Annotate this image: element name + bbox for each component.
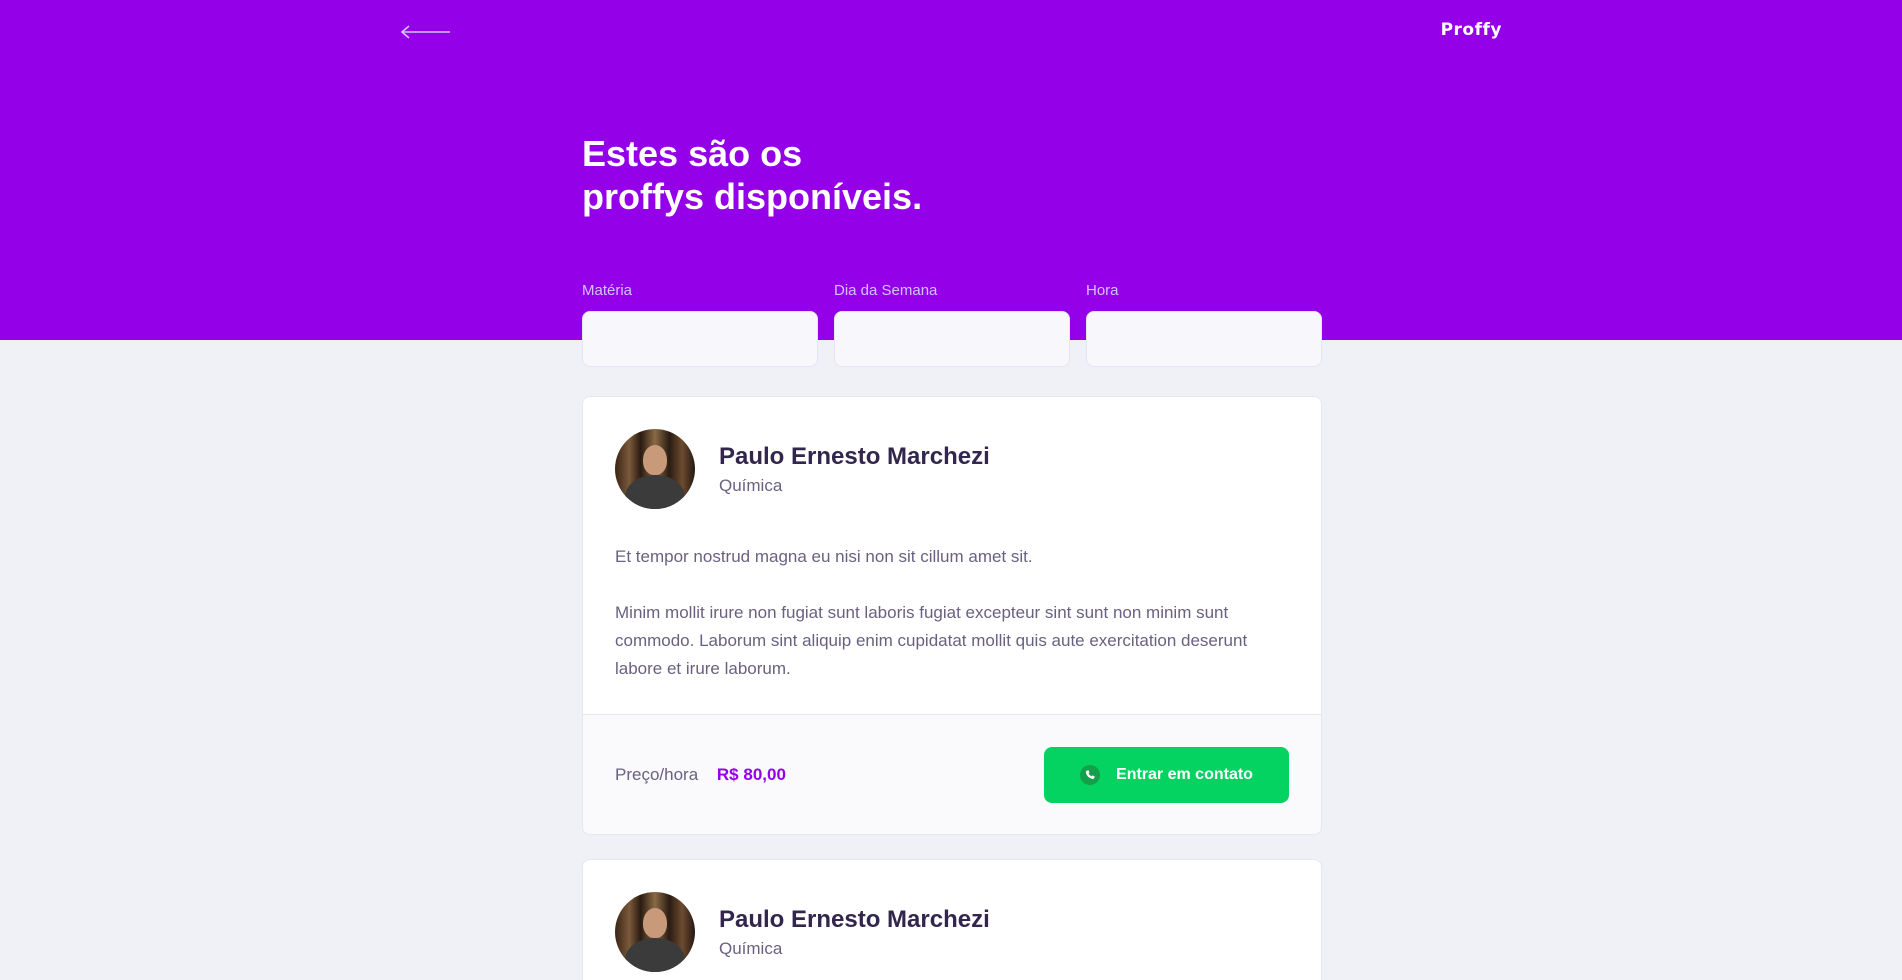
teacher-header: Paulo Ernesto Marchezi Química — [615, 892, 990, 972]
time-input[interactable] — [1086, 311, 1322, 367]
teacher-card: Paulo Ernesto Marchezi Química — [582, 859, 1322, 980]
contact-button[interactable]: Entrar em contato — [1044, 747, 1289, 803]
teacher-info: Paulo Ernesto Marchezi Química — [719, 442, 990, 496]
page-header: Proffy Estes são os proffys disponíveis.… — [0, 0, 1902, 367]
subject-field: Matéria — [582, 282, 818, 367]
teacher-info: Paulo Ernesto Marchezi Química — [719, 905, 990, 959]
logo: Proffy — [1440, 20, 1502, 40]
whatsapp-icon — [1080, 765, 1101, 785]
weekday-field: Dia da Semana — [834, 282, 1070, 367]
page-title-line-1: Estes são os — [582, 133, 803, 174]
weekday-label: Dia da Semana — [834, 282, 938, 299]
teacher-card: Paulo Ernesto Marchezi Química Et tempor… — [582, 396, 1322, 835]
price: Preço/hora R$ 80,00 — [615, 764, 786, 786]
top-bar: Proffy — [400, 18, 1502, 46]
search-teachers-form: Matéria Dia da Semana Hora — [582, 282, 1322, 367]
weekday-input[interactable] — [834, 311, 1070, 367]
avatar — [615, 892, 695, 972]
teacher-bio: Et tempor nostrud magna eu nisi non sit … — [615, 543, 1291, 683]
arrow-left-icon — [401, 25, 450, 39]
time-label: Hora — [1086, 282, 1119, 299]
teacher-subject: Química — [719, 939, 783, 958]
bio-paragraph: Minim mollit irure non fugiat sunt labor… — [615, 603, 1248, 678]
page-title: Estes são os proffys disponíveis. — [582, 132, 1002, 218]
teacher-name: Paulo Ernesto Marchezi — [719, 906, 990, 933]
avatar — [615, 429, 695, 509]
page-title-line-2: proffys disponíveis. — [582, 176, 923, 217]
teacher-subject: Química — [719, 476, 783, 495]
subject-input[interactable] — [582, 311, 818, 367]
bio-paragraph: Et tempor nostrud magna eu nisi non sit … — [615, 547, 1033, 566]
teacher-card-footer: Preço/hora R$ 80,00 Entrar em contato — [583, 714, 1321, 834]
price-label: Preço/hora — [615, 765, 699, 784]
time-field: Hora — [1086, 282, 1322, 367]
subject-label: Matéria — [582, 282, 633, 299]
back-link[interactable] — [400, 20, 452, 44]
teacher-header: Paulo Ernesto Marchezi Química — [615, 429, 990, 509]
teacher-name: Paulo Ernesto Marchezi — [719, 443, 990, 470]
contact-button-label: Entrar em contato — [1116, 766, 1253, 783]
price-value: R$ 80,00 — [716, 765, 786, 784]
